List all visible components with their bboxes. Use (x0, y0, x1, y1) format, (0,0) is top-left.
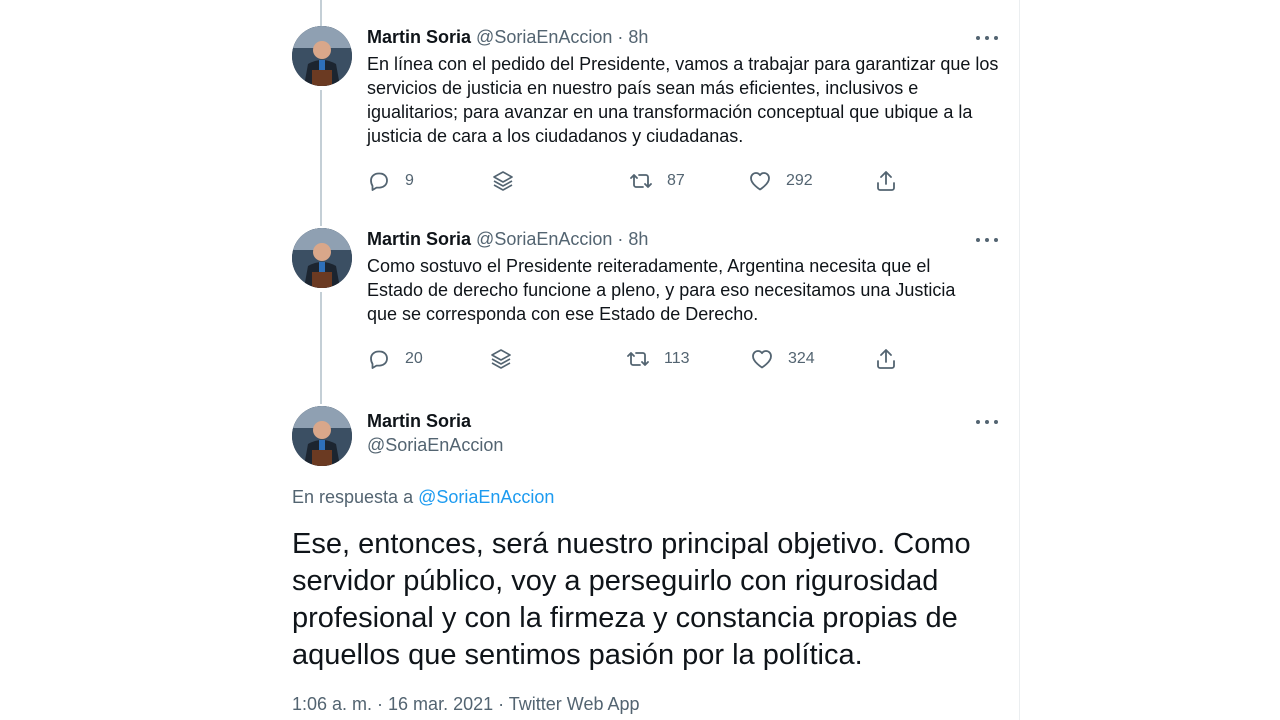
tweet-text: Como sostuvo el Presidente reiteradament… (367, 256, 956, 324)
retweet-button[interactable]: 87 (629, 168, 685, 194)
like-count: 324 (788, 350, 815, 367)
column-divider (1019, 0, 1020, 720)
retweet-icon (630, 174, 652, 188)
tweet-source[interactable]: Twitter Web App (509, 694, 640, 714)
dot-separator: · (612, 229, 629, 249)
thread-line (320, 90, 322, 226)
tweet-actions: 9 87 292 (367, 168, 927, 194)
like-button[interactable]: 324 (750, 346, 815, 372)
retweet-icon (627, 352, 649, 366)
dot-separator: · (612, 27, 629, 47)
author-name[interactable]: Martin Soria (367, 27, 471, 47)
reply-button[interactable]: 9 (367, 168, 414, 194)
reply-button[interactable]: 20 (367, 346, 423, 372)
heart-icon (752, 350, 772, 369)
author-handle[interactable]: @SoriaEnAccion (476, 229, 612, 249)
retweet-count: 113 (664, 350, 690, 367)
tweet-actions: 20 113 324 (367, 346, 927, 372)
avatar[interactable] (292, 228, 352, 288)
thread-line (320, 0, 322, 26)
share-icon (877, 349, 895, 369)
avatar[interactable] (292, 406, 352, 466)
more-icon[interactable] (976, 235, 998, 245)
tweet-text: Ese, entonces, será nuestro principal ob… (292, 528, 971, 671)
meta-separator: · (493, 694, 509, 714)
share-button[interactable] (874, 346, 898, 372)
author-handle[interactable]: @SoriaEnAccion (476, 27, 612, 47)
more-icon[interactable] (976, 417, 998, 427)
layers-icon (493, 171, 513, 191)
reply-count: 9 (405, 172, 414, 189)
share-icon (877, 171, 895, 191)
reply-context: En respuesta a @SoriaEnAccion (292, 487, 554, 508)
reply-prefix: En respuesta a (292, 487, 414, 507)
author-name[interactable]: Martin Soria (367, 411, 471, 432)
author-line: Martin Soria @SoriaEnAccion · 8h (367, 229, 648, 250)
tweet-time[interactable]: 8h (628, 229, 648, 249)
avatar[interactable] (292, 26, 352, 86)
thread-line (320, 292, 322, 404)
reply-handle-link[interactable]: @SoriaEnAccion (418, 487, 554, 507)
layers-icon (491, 349, 511, 369)
retweet-count: 87 (667, 172, 685, 189)
tweet-timestamp[interactable]: 1:06 a. m. · 16 mar. 2021 (292, 694, 493, 714)
tweet-meta: 1:06 a. m. · 16 mar. 2021 · Twitter Web … (292, 694, 640, 715)
stack-button[interactable] (489, 346, 513, 372)
stack-button[interactable] (491, 168, 515, 194)
author-name[interactable]: Martin Soria (367, 229, 471, 249)
tweet-time[interactable]: 8h (628, 27, 648, 47)
like-button[interactable]: 292 (748, 168, 813, 194)
reply-count: 20 (405, 350, 423, 367)
retweet-button[interactable]: 113 (626, 346, 690, 372)
tweet-text: En línea con el pedido del Presidente, v… (367, 54, 999, 146)
reply-icon (370, 172, 388, 191)
heart-icon (750, 172, 770, 191)
like-count: 292 (786, 172, 813, 189)
more-icon[interactable] (976, 33, 998, 43)
reply-icon (370, 350, 388, 369)
author-handle[interactable]: @SoriaEnAccion (367, 435, 503, 456)
share-button[interactable] (874, 168, 898, 194)
author-line: Martin Soria @SoriaEnAccion · 8h (367, 27, 648, 48)
